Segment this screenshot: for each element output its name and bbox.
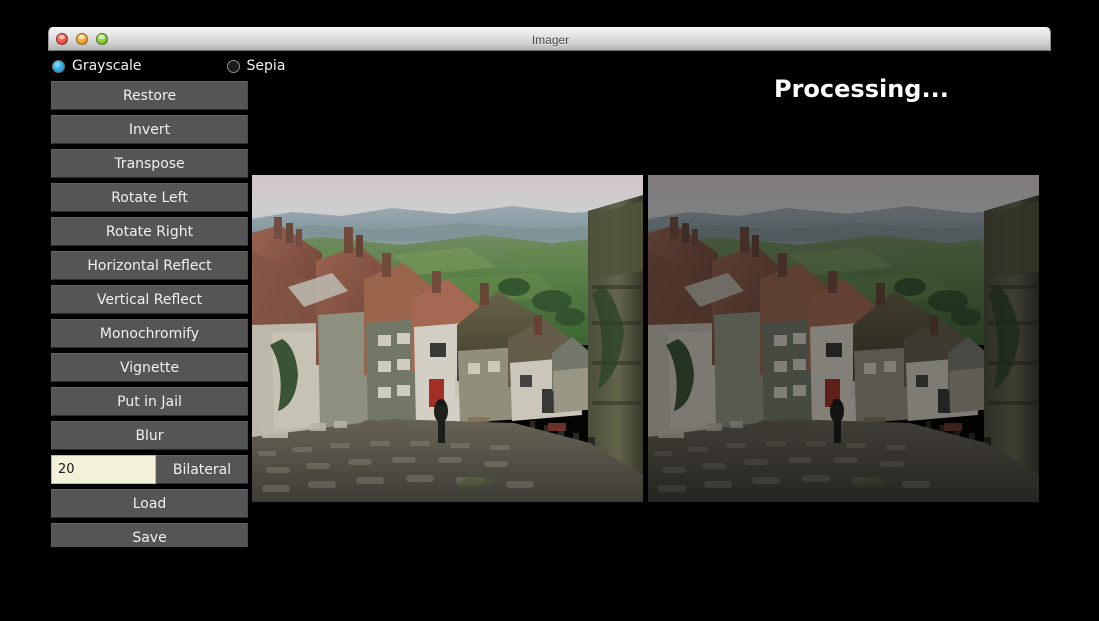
- processing-status-label: Processing...: [774, 75, 949, 103]
- processed-image-pane[interactable]: [648, 175, 1039, 502]
- screen: Imager Grayscale Sepia Processing... Res…: [0, 0, 1099, 621]
- original-image-pane[interactable]: [252, 175, 643, 502]
- rotate-right-button[interactable]: Rotate Right: [51, 217, 248, 246]
- radio-selected-icon[interactable]: [52, 60, 65, 73]
- radio-grayscale-label: Grayscale: [72, 58, 142, 74]
- rotate-left-button[interactable]: Rotate Left: [51, 183, 248, 212]
- monochromify-button[interactable]: Monochromify: [51, 319, 248, 348]
- filter-mode-radio-group: Grayscale Sepia: [52, 55, 285, 77]
- blur-button[interactable]: Blur: [51, 421, 248, 450]
- save-button[interactable]: Save: [51, 523, 248, 547]
- radio-sepia-label: Sepia: [247, 58, 286, 74]
- radio-grayscale[interactable]: Grayscale: [52, 55, 142, 77]
- gold-hill-photo-processed: [648, 175, 1039, 502]
- application-window: Imager Grayscale Sepia Processing... Res…: [48, 27, 1051, 547]
- bilateral-row: 20 Bilateral: [51, 455, 248, 484]
- window-titlebar[interactable]: Imager: [48, 27, 1051, 51]
- bilateral-button[interactable]: Bilateral: [156, 455, 248, 484]
- gold-hill-photo-original: [252, 175, 643, 502]
- transpose-button[interactable]: Transpose: [51, 149, 248, 178]
- radio-unselected-icon[interactable]: [227, 60, 240, 73]
- invert-button[interactable]: Invert: [51, 115, 248, 144]
- radio-sepia[interactable]: Sepia: [227, 55, 286, 77]
- vertical-reflect-button[interactable]: Vertical Reflect: [51, 285, 248, 314]
- operations-toolbar: Restore Invert Transpose Rotate Left Rot…: [51, 81, 248, 547]
- window-title: Imager: [49, 28, 1052, 52]
- put-in-jail-button[interactable]: Put in Jail: [51, 387, 248, 416]
- restore-button[interactable]: Restore: [51, 81, 248, 110]
- vignette-button[interactable]: Vignette: [51, 353, 248, 382]
- bilateral-value-input[interactable]: 20: [51, 455, 156, 484]
- horizontal-reflect-button[interactable]: Horizontal Reflect: [51, 251, 248, 280]
- window-body: Grayscale Sepia Processing... Restore In…: [48, 51, 1051, 547]
- load-button[interactable]: Load: [51, 489, 248, 518]
